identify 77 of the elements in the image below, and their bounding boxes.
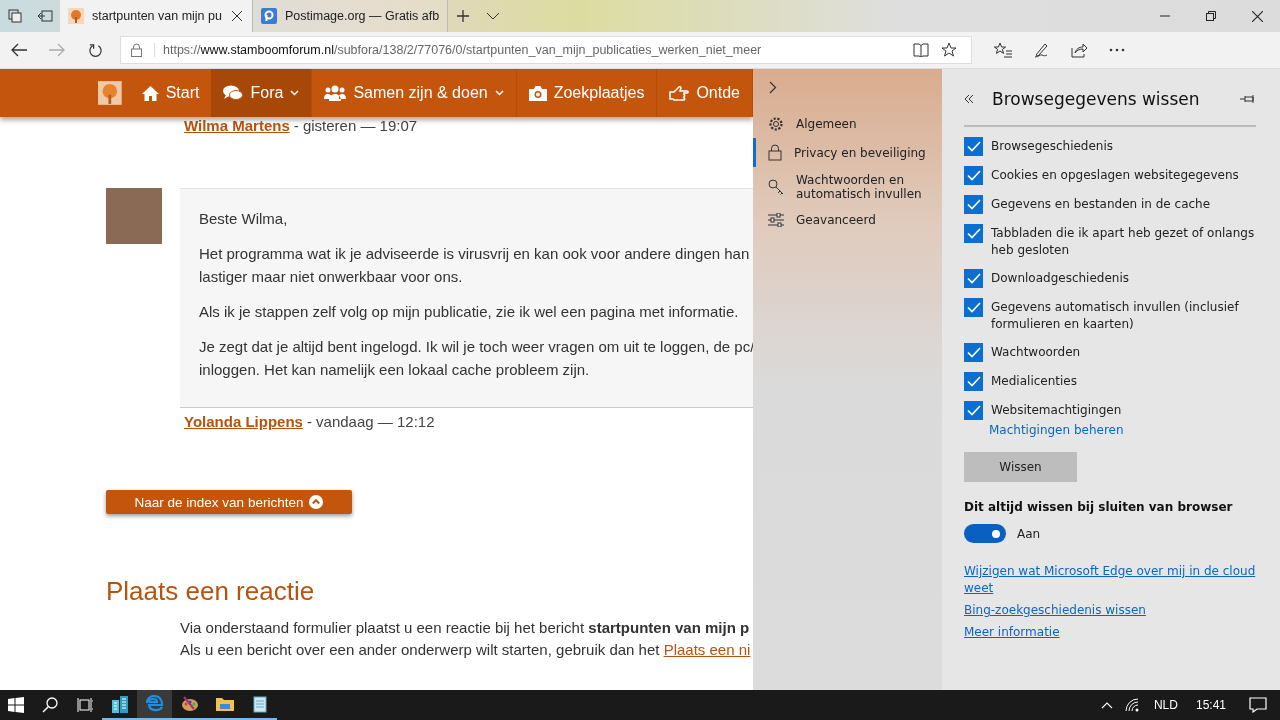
toggle-state: Aan <box>1017 526 1041 541</box>
new-topic-link[interactable]: Plaats een ni <box>663 641 751 658</box>
post-date: - gisteren — 19:07 <box>293 117 418 134</box>
browser-tab[interactable]: startpunten van mijn pu <box>60 0 253 32</box>
speech-bubbles-icon <box>223 85 244 101</box>
tree-icon <box>68 8 84 24</box>
folder-icon <box>215 696 234 712</box>
checkbox[interactable] <box>964 269 983 288</box>
toggle-switch[interactable] <box>964 524 1006 543</box>
home-icon <box>141 85 159 101</box>
buildings-icon <box>110 695 129 713</box>
checkbox[interactable] <box>964 224 983 243</box>
checkbox-option[interactable]: Cookies en opgeslagen websitegegevens <box>964 166 1256 185</box>
nav-item[interactable]: Start <box>129 69 212 117</box>
checkbox-option[interactable]: Websitemachtigingen <box>964 401 1256 420</box>
close-tab-icon[interactable] <box>229 9 244 23</box>
sliders-icon <box>768 213 784 227</box>
pin-icon[interactable] <box>1240 94 1256 104</box>
checkbox-option[interactable]: Medialicenties <box>964 372 1256 391</box>
checkbox[interactable] <box>964 343 983 362</box>
checkbox[interactable] <box>964 372 983 391</box>
camera-icon <box>528 85 547 101</box>
message-paragraph: Als ik je stappen zelf volg op mijn publicatie, zie ik wel een pagina met informatie. <box>199 302 740 322</box>
checkbox[interactable] <box>964 401 983 420</box>
clear-button[interactable]: Wissen <box>964 452 1077 482</box>
settings-nav-item[interactable]: Geavanceerd <box>753 207 942 233</box>
star-icon[interactable] <box>941 42 957 58</box>
info-link[interactable]: Wijzigen wat Microsoft Edge over mij in de cloud weet <box>964 563 1256 597</box>
checkbox[interactable] <box>964 137 983 156</box>
toggle-label: Dit altijd wissen bij sluiten van browser <box>964 500 1234 514</box>
browser-tab[interactable]: Postimage.org — Gratis afb <box>252 0 449 32</box>
checkbox-option[interactable]: Browsegeschiedenis <box>964 137 1256 156</box>
users-icon <box>324 85 347 101</box>
settings-nav-item[interactable]: Wachtwoorden en automatisch invullen <box>753 167 942 207</box>
clock[interactable]: 15:41 <box>1185 698 1236 712</box>
checkbox-option[interactable]: Gegevens en bestanden in de cache <box>964 195 1256 214</box>
settings-nav-item[interactable]: Algemeen <box>753 110 942 138</box>
post-date: - vandaag — 12:12 <box>306 413 435 430</box>
settings-icon <box>768 116 784 132</box>
nav-item[interactable]: Zoekplaatjes <box>516 69 658 117</box>
nav-item[interactable]: Fora <box>211 69 313 117</box>
lock-icon <box>768 144 782 161</box>
pointing-hand-icon <box>669 85 690 101</box>
info-link[interactable]: Bing-zoekgeschiedenis wissen <box>964 602 1256 619</box>
checkbox-option[interactable]: Wachtwoorden <box>964 343 1256 362</box>
checkbox-option[interactable]: Downloadgeschiedenis <box>964 269 1256 288</box>
message-paragraph: Beste Wilma, <box>199 209 289 229</box>
author-link[interactable]: Wilma Martens <box>184 117 290 134</box>
key-icon <box>768 179 784 195</box>
checkbox-option[interactable]: Gegevens automatisch invullen (inclusief formulieren en kaarten) <box>964 298 1256 333</box>
double-chevron-left-icon[interactable] <box>964 94 974 104</box>
avatar-photo-placeholder <box>106 188 162 244</box>
intro-paragraph: Via onderstaand formulier plaatst u een reactie bij het bericht startpunten van mijn p Als u een bericht over een ander onderwerp wilt starten, gebruik dan het Plaats een ni <box>180 618 752 660</box>
manage-permissions-link[interactable]: Machtigingen beheren <box>989 423 1256 437</box>
checkbox[interactable] <box>964 166 983 185</box>
palette-icon <box>180 695 199 713</box>
chevron-right-icon[interactable] <box>769 81 777 94</box>
panel-title: Browsegegevens wissen <box>992 89 1201 109</box>
url-text: https://www.stamboomforum.nl/subfora/138/2/77076/0/startpunten_van_mijn_publicaties_werken_niet_meer <box>154 43 762 57</box>
author-link[interactable]: Yolanda Lippens <box>184 413 303 430</box>
checkbox[interactable] <box>964 195 983 214</box>
checkbox[interactable] <box>964 298 983 317</box>
chevron-up-circle-icon <box>309 495 324 509</box>
language-indicator[interactable]: NLD <box>1145 698 1186 712</box>
checkbox-option[interactable]: Tabbladen die ik apart heb gezet of onlangs heb gesloten <box>964 224 1256 259</box>
info-link[interactable]: Meer informatie <box>964 624 1256 641</box>
notepad-icon <box>251 695 268 713</box>
p-logo-icon <box>260 8 277 24</box>
edge-e-icon <box>145 695 164 713</box>
lock-icon <box>131 43 142 57</box>
section-heading: Plaats een reactie <box>106 576 316 607</box>
tree-logo-icon[interactable] <box>98 80 122 106</box>
address-field[interactable]: https://www.stamboomforum.nl/subfora/138/2/77076/0/startpunten_van_mijn_publicaties_werken_niet_meer <box>120 36 972 64</box>
index-button[interactable]: Naar de index van berichten <box>106 490 352 514</box>
message-paragraph: Het programma wat ik je adviseerde is virusvrij en kan ook voor andere dingen han lastiger maar niet onwerkbaar voor ons. <box>199 244 751 287</box>
nav-item[interactable]: Samen zijn & doen <box>312 69 517 117</box>
book-icon[interactable] <box>913 43 929 57</box>
